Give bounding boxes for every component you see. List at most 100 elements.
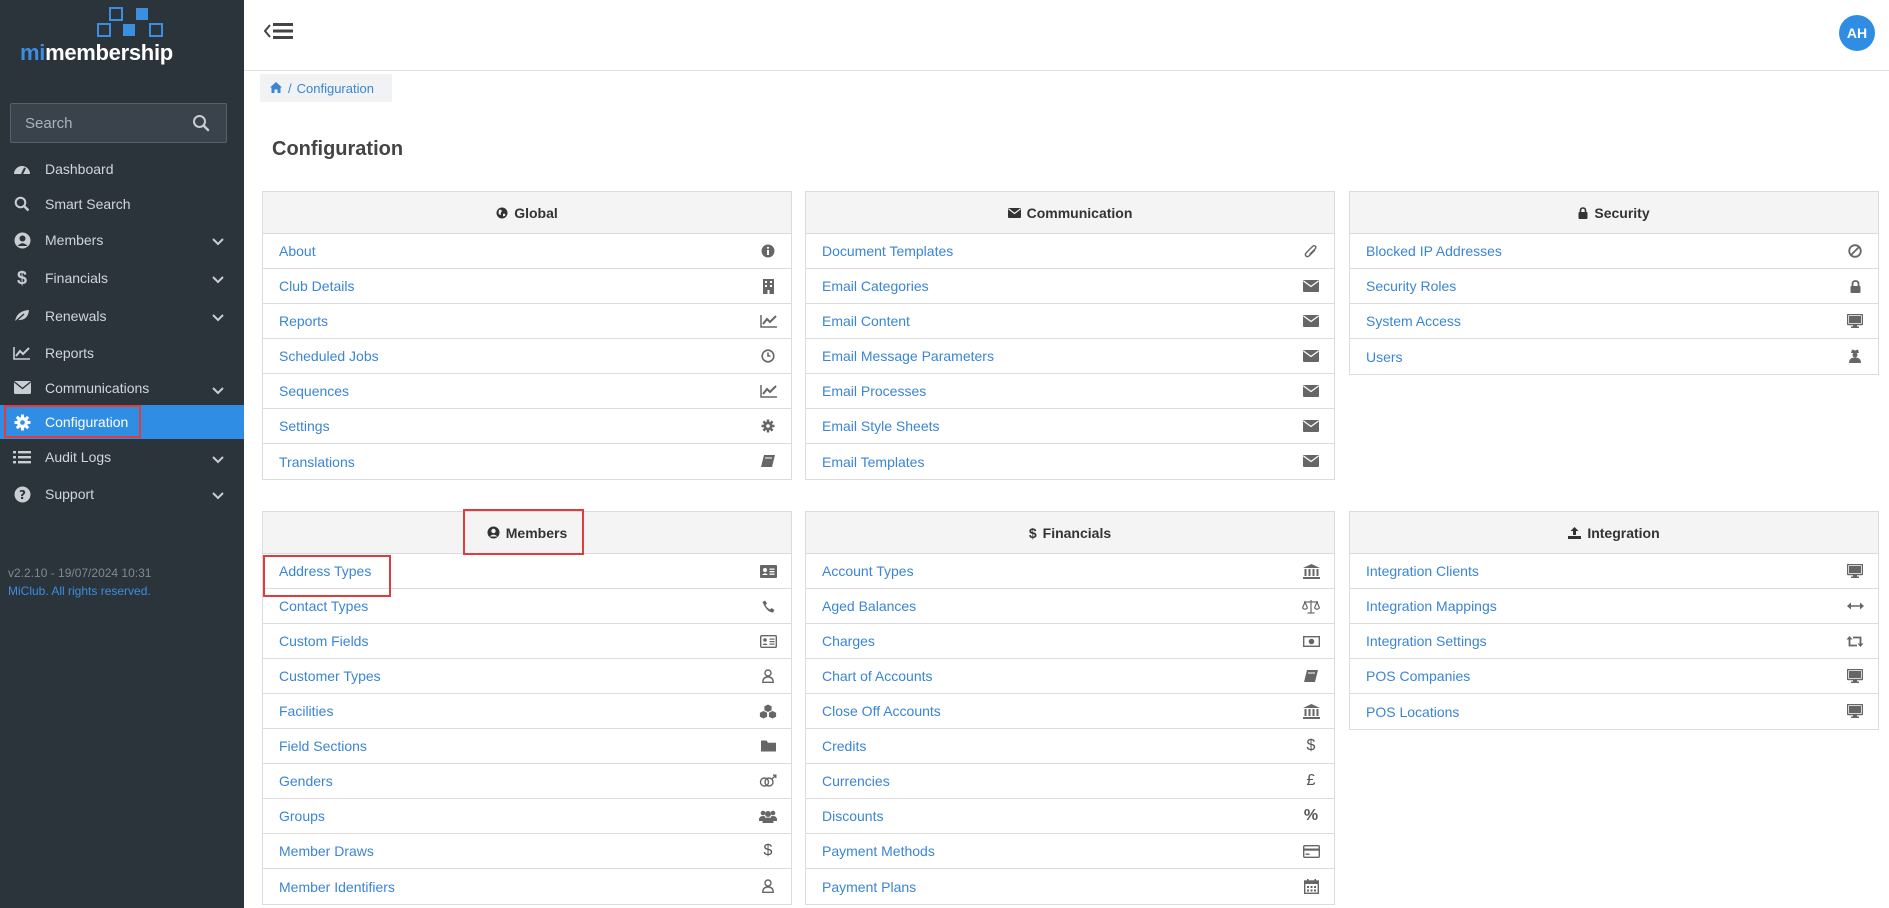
config-link-club-details[interactable]: Club Details — [263, 269, 791, 304]
config-link-groups[interactable]: Groups — [263, 799, 791, 834]
nav-item-reports[interactable]: Reports — [0, 335, 244, 370]
panel-header: $ Financials — [806, 512, 1334, 554]
config-link-settings[interactable]: Settings — [263, 409, 791, 444]
panel-financials: $ Financials Account Types Aged Balances… — [805, 511, 1335, 905]
dollar-icon: $ — [763, 842, 773, 859]
config-link-account-types[interactable]: Account Types — [806, 554, 1334, 589]
config-link-credits[interactable]: Credits $ — [806, 729, 1334, 764]
config-link-close-off-accounts[interactable]: Close Off Accounts — [806, 694, 1334, 729]
config-link-discounts[interactable]: Discounts% — [806, 799, 1334, 834]
info-icon — [759, 243, 777, 259]
logo-squares-icon — [97, 7, 163, 37]
line-chart-icon — [12, 343, 32, 363]
building-icon — [759, 278, 777, 294]
config-link-email-processes[interactable]: Email Processes — [806, 374, 1334, 409]
config-link-customer-types[interactable]: Customer Types — [263, 659, 791, 694]
menu-toggle-icon[interactable] — [263, 20, 294, 47]
panel-header: Security — [1350, 192, 1878, 234]
sidebar-nav: Dashboard Smart Search Members $ Financi… — [0, 151, 244, 513]
config-link-custom-fields[interactable]: Custom Fields — [263, 624, 791, 659]
config-link-facilities[interactable]: Facilities — [263, 694, 791, 729]
config-link-pos-locations[interactable]: POS Locations — [1350, 694, 1878, 729]
percent-icon: % — [1303, 807, 1319, 824]
config-link-member-identifiers[interactable]: Member Identifiers — [263, 869, 791, 904]
config-link-currencies[interactable]: Currencies £ — [806, 764, 1334, 799]
config-link-security-roles[interactable]: Security Roles — [1350, 269, 1878, 304]
globe-icon — [496, 207, 508, 219]
config-link-translations[interactable]: Translations — [263, 444, 791, 479]
config-link-sequences[interactable]: Sequences — [263, 374, 791, 409]
logo[interactable]: mimembership — [0, 0, 244, 70]
panel-communication: Communication Document Templates Email C… — [805, 191, 1335, 480]
desktop-icon — [1846, 703, 1864, 719]
copyright-link[interactable]: MiClub. All rights reserved. — [8, 582, 151, 600]
config-link-document-templates[interactable]: Document Templates — [806, 234, 1334, 269]
nav-item-dashboard[interactable]: Dashboard — [0, 151, 244, 186]
config-link-aged-balances[interactable]: Aged Balances — [806, 589, 1334, 624]
envelope-icon — [1302, 313, 1320, 329]
user-outline-icon — [759, 668, 777, 684]
nav-item-communications[interactable]: Communications — [0, 370, 244, 405]
id-card-icon — [759, 633, 777, 649]
nav-label: Support — [45, 486, 95, 502]
config-link-system-access[interactable]: System Access — [1350, 304, 1878, 339]
config-link-genders[interactable]: Genders — [263, 764, 791, 799]
nav-item-financials[interactable]: $ Financials — [0, 259, 244, 297]
home-icon[interactable] — [270, 81, 282, 96]
logo-text: mimembership — [20, 40, 173, 65]
desktop-icon — [1846, 563, 1864, 579]
config-link-integration-clients[interactable]: Integration Clients — [1350, 554, 1878, 589]
config-link-member-draws[interactable]: Member Draws $ — [263, 834, 791, 869]
bank-icon — [1302, 563, 1320, 579]
nav-item-renewals[interactable]: Renewals — [0, 297, 244, 335]
list-icon — [12, 447, 32, 467]
nav-item-support[interactable]: ? Support — [0, 475, 244, 513]
config-link-users[interactable]: Users — [1350, 339, 1878, 374]
nav-item-members[interactable]: Members — [0, 221, 244, 259]
panel-header: Communication — [806, 192, 1334, 234]
config-link-email-style-sheets[interactable]: Email Style Sheets — [806, 409, 1334, 444]
search-icon[interactable] — [192, 114, 210, 137]
config-link-pos-companies[interactable]: POS Companies — [1350, 659, 1878, 694]
highlight-box — [4, 405, 141, 438]
config-link-integration-mappings[interactable]: Integration Mappings — [1350, 589, 1878, 624]
config-link-payment-plans[interactable]: Payment Plans — [806, 869, 1334, 904]
config-link-payment-methods[interactable]: Payment Methods — [806, 834, 1334, 869]
config-link-email-content[interactable]: Email Content — [806, 304, 1334, 339]
genderless-icon — [759, 773, 777, 789]
svg-text:?: ? — [19, 487, 26, 501]
chevron-down-icon — [212, 382, 224, 398]
top-bar: AH — [244, 0, 1889, 71]
config-link-reports[interactable]: Reports — [263, 304, 791, 339]
config-link-scheduled-jobs[interactable]: Scheduled Jobs — [263, 339, 791, 374]
desktop-icon — [1846, 313, 1864, 329]
nav-label: Members — [45, 232, 104, 248]
users-icon — [759, 808, 777, 824]
panel-title: Financials — [1042, 524, 1112, 541]
config-link-email-templates[interactable]: Email Templates — [806, 444, 1334, 479]
version-info: v2.2.10 - 19/07/2024 10:31 MiClub. All r… — [8, 564, 151, 600]
config-link-integration-settings[interactable]: Integration Settings — [1350, 624, 1878, 659]
envelope-icon — [1302, 383, 1320, 399]
book-icon — [1302, 668, 1320, 684]
config-link-blocked-ip-addresses[interactable]: Blocked IP Addresses — [1350, 234, 1878, 269]
config-link-field-sections[interactable]: Field Sections — [263, 729, 791, 764]
config-link-about[interactable]: About — [263, 234, 791, 269]
breadcrumb-current[interactable]: Configuration — [297, 81, 374, 96]
panel-title: Integration — [1587, 524, 1660, 541]
nav-item-configuration[interactable]: Configuration — [0, 405, 244, 439]
search-input[interactable] — [11, 104, 186, 142]
config-link-email-message-parameters[interactable]: Email Message Parameters — [806, 339, 1334, 374]
panel-header: Integration — [1350, 512, 1878, 554]
calendar-icon — [1302, 878, 1320, 894]
nav-label: Smart Search — [45, 195, 131, 212]
envelope-icon — [1302, 348, 1320, 364]
nav-item-smart-search[interactable]: Smart Search — [0, 186, 244, 221]
user-avatar[interactable]: AH — [1839, 15, 1875, 51]
config-link-chart-of-accounts[interactable]: Chart of Accounts — [806, 659, 1334, 694]
line-chart-icon — [759, 313, 777, 329]
config-link-charges[interactable]: Charges — [806, 624, 1334, 659]
nav-item-audit-logs[interactable]: Audit Logs — [0, 439, 244, 475]
config-link-email-categories[interactable]: Email Categories — [806, 269, 1334, 304]
nav-label: Communications — [45, 379, 150, 396]
